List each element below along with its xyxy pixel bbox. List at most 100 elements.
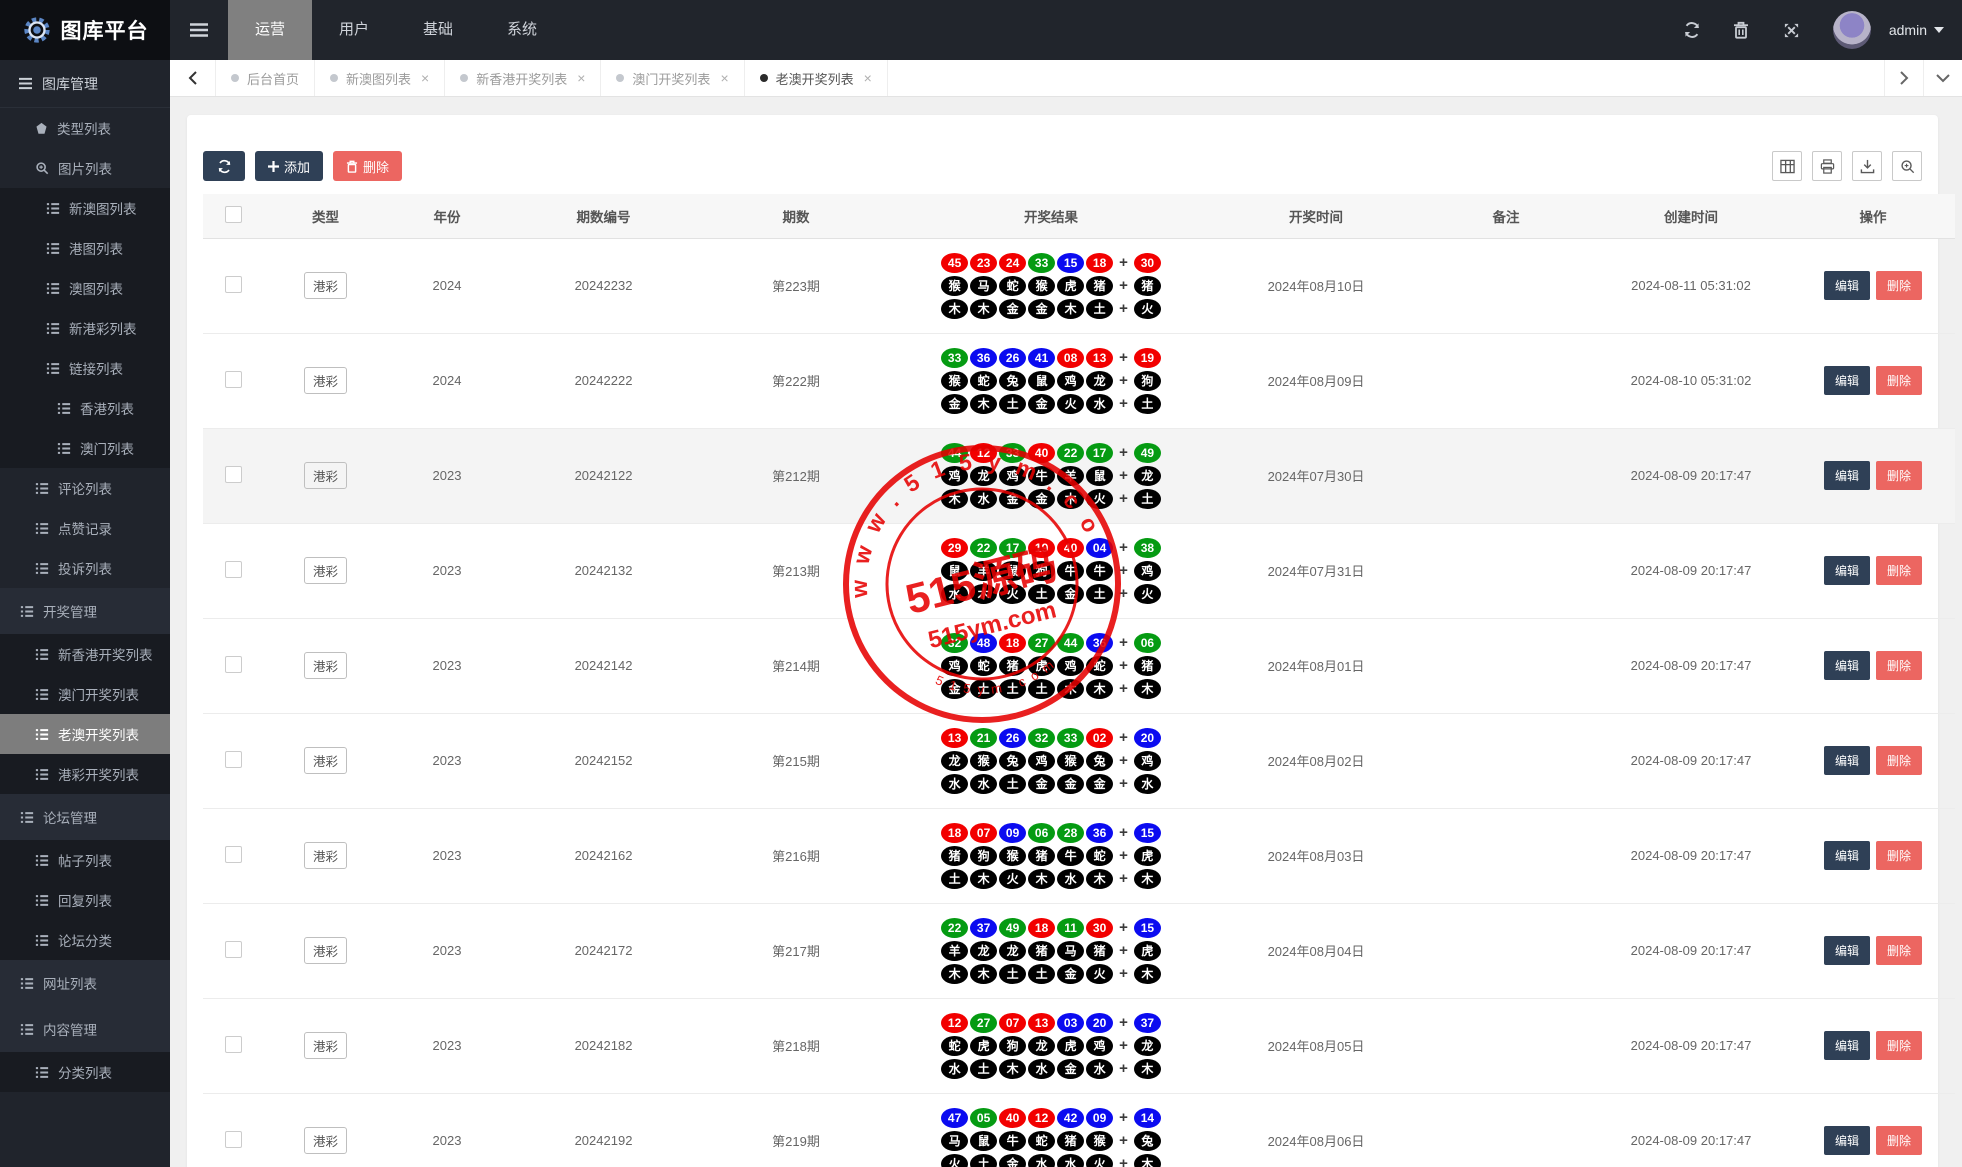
select-all-checkbox[interactable] — [224, 205, 242, 223]
row-checkbox[interactable] — [224, 655, 242, 673]
sidebar-item-老澳开奖列表[interactable]: 老澳开奖列表 — [0, 714, 170, 754]
draw-date-cell: 2024年08月10日 — [1211, 238, 1421, 334]
sidebar-item-澳图列表[interactable]: 澳图列表 — [0, 268, 170, 308]
sidebar-item-香港列表[interactable]: 香港列表 — [0, 388, 170, 428]
row-checkbox[interactable] — [224, 1130, 242, 1148]
sidebar-item-网址列表[interactable]: 网址列表 — [0, 960, 170, 1006]
sidebar-item-分类列表[interactable]: 分类列表 — [0, 1052, 170, 1092]
edit-button[interactable]: 编辑 — [1823, 651, 1870, 680]
tab-close-icon[interactable]: × — [864, 70, 872, 86]
fullscreen-icon[interactable] — [1783, 20, 1803, 40]
row-delete-button[interactable]: 删除 — [1876, 1031, 1923, 1060]
sidebar-item-回复列表[interactable]: 回复列表 — [0, 880, 170, 920]
row-checkbox[interactable] — [224, 560, 242, 578]
year-cell: 2023 — [388, 713, 506, 809]
number-ball: 42 — [1057, 1107, 1085, 1128]
issue-cell: 第212期 — [701, 428, 891, 524]
sidebar-item-投诉列表[interactable]: 投诉列表 — [0, 548, 170, 588]
edit-button[interactable]: 编辑 — [1823, 556, 1870, 585]
row-checkbox[interactable] — [224, 845, 242, 863]
columns-toggle-button[interactable] — [1772, 151, 1802, 181]
attr-ball: 蛇 — [1086, 655, 1114, 676]
sidebar-item-港图列表[interactable]: 港图列表 — [0, 228, 170, 268]
edit-button[interactable]: 编辑 — [1823, 746, 1870, 775]
row-checkbox[interactable] — [224, 370, 242, 388]
sidebar-item-链接列表[interactable]: 链接列表 — [0, 348, 170, 388]
row-delete-button[interactable]: 删除 — [1876, 271, 1923, 300]
app-title: 图库平台 — [60, 20, 149, 43]
tabs-scroll-left-button[interactable] — [170, 60, 216, 96]
sidebar-item-图库管理[interactable]: 图库管理 — [0, 60, 170, 108]
collapse-menu-button[interactable] — [170, 0, 228, 60]
sidebar-item-帖子列表[interactable]: 帖子列表 — [0, 840, 170, 880]
issue-code-cell: 20242152 — [506, 713, 701, 809]
tab-澳门开奖列表[interactable]: 澳门开奖列表 × — [601, 60, 745, 96]
tab-新澳图列表[interactable]: 新澳图列表 × — [315, 60, 446, 96]
trash-icon[interactable] — [1733, 20, 1753, 40]
tab-后台首页[interactable]: 后台首页 — [216, 60, 316, 96]
tab-close-icon[interactable]: × — [577, 70, 585, 86]
sidebar-item-新澳图列表[interactable]: 新澳图列表 — [0, 188, 170, 228]
row-delete-button[interactable]: 删除 — [1876, 841, 1923, 870]
edit-button[interactable]: 编辑 — [1823, 1031, 1870, 1060]
edit-button[interactable]: 编辑 — [1823, 461, 1870, 490]
row-delete-button[interactable]: 删除 — [1876, 746, 1923, 775]
tab-老澳开奖列表[interactable]: 老澳开奖列表 × — [745, 60, 888, 96]
edit-button[interactable]: 编辑 — [1823, 841, 1870, 870]
print-button[interactable] — [1812, 151, 1842, 181]
row-checkbox[interactable] — [224, 465, 242, 483]
edit-button[interactable]: 编辑 — [1823, 366, 1870, 395]
sidebar-item-评论列表[interactable]: 评论列表 — [0, 468, 170, 508]
tab-label: 老澳开奖列表 — [775, 71, 854, 87]
nav-item-运营[interactable]: 运营 — [228, 0, 313, 60]
row-delete-button[interactable]: 删除 — [1876, 651, 1923, 680]
result-cell: 18 07 09 06 28 36 +15 猪狗猴猪牛蛇 + 虎土木火木水木 + 木 — [891, 808, 1211, 904]
row-delete-button[interactable]: 删除 — [1876, 556, 1923, 585]
attr-ball: 猴 — [1086, 1130, 1114, 1151]
sidebar-item-类型列表[interactable]: 类型列表 — [0, 108, 170, 148]
sidebar-item-label: 图片列表 — [58, 162, 112, 177]
tab-close-icon[interactable]: × — [720, 70, 728, 86]
row-checkbox[interactable] — [224, 750, 242, 768]
row-checkbox[interactable] — [224, 1035, 242, 1053]
row-delete-button[interactable]: 删除 — [1876, 936, 1923, 965]
refresh-button[interactable] — [203, 151, 245, 181]
avatar[interactable] — [1832, 11, 1871, 49]
tabs-scroll-right-button[interactable] — [1884, 60, 1923, 96]
attr-ball-line: 鼠羊鼠狗牛牛 + 鸡 — [941, 560, 1161, 581]
edit-button[interactable]: 编辑 — [1823, 936, 1870, 965]
sidebar-item-点赞记录[interactable]: 点赞记录 — [0, 508, 170, 548]
tabs-menu-button[interactable] — [1923, 60, 1962, 96]
sidebar-item-新港彩列表[interactable]: 新港彩列表 — [0, 308, 170, 348]
sidebar-item-澳门开奖列表[interactable]: 澳门开奖列表 — [0, 674, 170, 714]
row-checkbox[interactable] — [224, 275, 242, 293]
attr-ball: 木 — [1133, 1058, 1161, 1079]
sidebar-item-开奖管理[interactable]: 开奖管理 — [0, 588, 170, 634]
edit-button[interactable]: 编辑 — [1823, 1126, 1870, 1155]
result-balls: 44 12 33 40 22 17 +49 鸡龙鸡牛羊鼠 + 龙木水金金木火 + 土 — [891, 442, 1211, 509]
tab-新香港开奖列表[interactable]: 新香港开奖列表 × — [445, 60, 602, 96]
row-delete-button[interactable]: 删除 — [1876, 1126, 1923, 1155]
sidebar-item-图片列表[interactable]: 图片列表 — [0, 148, 170, 188]
export-button[interactable] — [1852, 151, 1882, 181]
sidebar-item-澳门列表[interactable]: 澳门列表 — [0, 428, 170, 468]
row-checkbox[interactable] — [224, 940, 242, 958]
refresh-icon[interactable] — [1683, 20, 1703, 40]
delete-button[interactable]: 删除 — [333, 151, 403, 181]
nav-item-系统[interactable]: 系统 — [480, 0, 564, 60]
nav-item-用户[interactable]: 用户 — [312, 0, 396, 60]
attr-ball: 猴 — [970, 750, 998, 771]
edit-button[interactable]: 编辑 — [1823, 271, 1870, 300]
tab-close-icon[interactable]: × — [421, 70, 429, 86]
nav-item-基础[interactable]: 基础 — [396, 0, 480, 60]
search-button[interactable] — [1892, 151, 1922, 181]
sidebar-item-港彩开奖列表[interactable]: 港彩开奖列表 — [0, 754, 170, 794]
user-menu[interactable]: admin — [1889, 22, 1944, 38]
sidebar-item-论坛分类[interactable]: 论坛分类 — [0, 920, 170, 960]
sidebar-item-内容管理[interactable]: 内容管理 — [0, 1006, 170, 1052]
add-button[interactable]: 添加 — [255, 151, 324, 181]
sidebar-item-新香港开奖列表[interactable]: 新香港开奖列表 — [0, 634, 170, 674]
row-delete-button[interactable]: 删除 — [1876, 366, 1923, 395]
row-delete-button[interactable]: 删除 — [1876, 461, 1923, 490]
sidebar-item-论坛管理[interactable]: 论坛管理 — [0, 794, 170, 840]
